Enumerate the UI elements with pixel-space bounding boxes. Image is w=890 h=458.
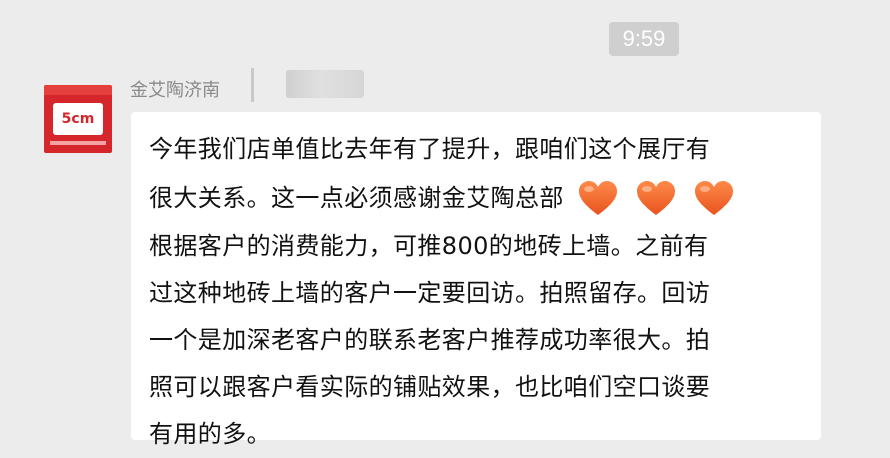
name-redaction-blur (286, 70, 364, 98)
message-line-text: 很大关系。这一点必须感谢金艾陶总部 (149, 184, 564, 212)
avatar[interactable]: 5cm (44, 85, 112, 153)
avatar-bottom-strip (50, 141, 106, 145)
message-line: 照可以跟客户看实际的铺贴效果，也比咱们空口谈要 (149, 373, 711, 401)
avatar-logo-text: 5cm (53, 103, 103, 135)
heart-icon (694, 181, 734, 217)
message-line: 一个是加深老客户的联系老客户推荐成功率很大。拍 (149, 326, 711, 354)
timestamp: 9:59 (609, 22, 679, 56)
avatar-top-strip (44, 85, 112, 95)
name-redaction-edge (251, 68, 254, 102)
heart-icon (578, 181, 618, 217)
message-bubble[interactable]: 今年我们店单值比去年有了提升，跟咱们这个展厅有 很大关系。这一点必须感谢金艾陶总… (131, 112, 821, 448)
message-line: 有用的多。 (149, 420, 271, 448)
sender-name: 金艾陶济南 (130, 80, 220, 101)
message-line: 今年我们店单值比去年有了提升，跟咱们这个展厅有 (149, 135, 711, 163)
message-line: 根据客户的消费能力，可推800的地砖上墙。之前有 (149, 232, 709, 260)
heart-icon (636, 181, 676, 217)
message-line-with-emoji: 很大关系。这一点必须感谢金艾陶总部 (149, 173, 801, 223)
message-line: 过这种地砖上墙的客户一定要回访。拍照留存。回访 (149, 279, 711, 307)
